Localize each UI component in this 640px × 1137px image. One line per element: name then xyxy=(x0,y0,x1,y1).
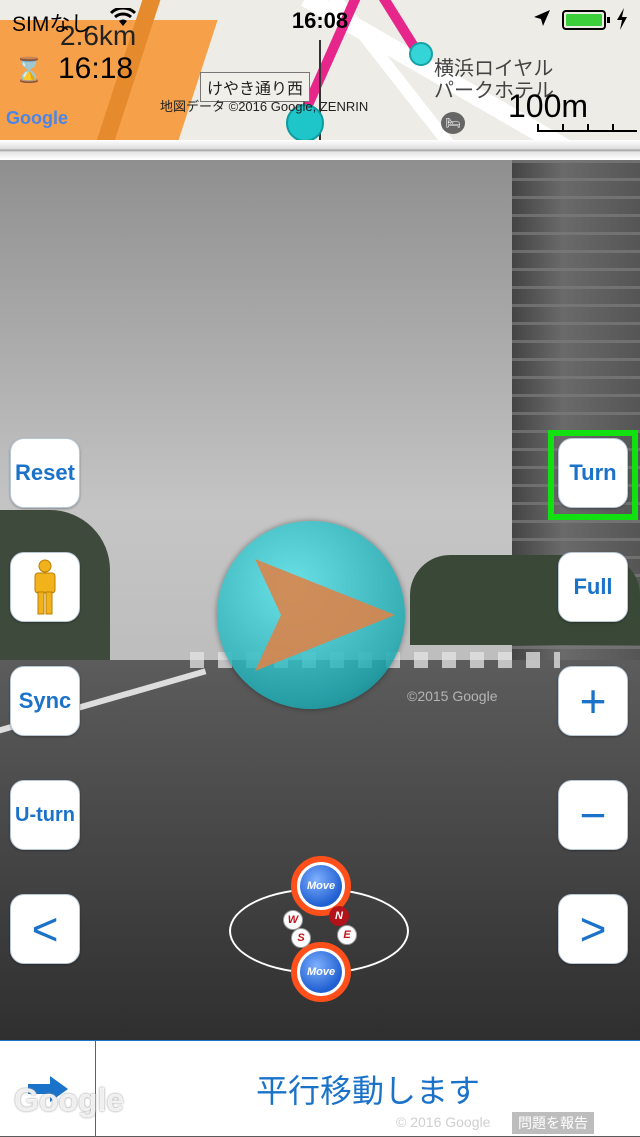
map-scale-tick xyxy=(612,124,614,132)
report-problem-link[interactable]: 問題を報告 xyxy=(512,1112,594,1134)
map-copyright: 地図データ ©2016 Google, ZENRIN xyxy=(160,99,369,114)
uturn-button[interactable]: U-turn xyxy=(10,780,80,850)
location-arrow-icon xyxy=(532,8,552,34)
map-scale-tick xyxy=(587,124,589,132)
street-view-copyright: © 2016 Google xyxy=(396,1114,491,1130)
pegman-icon xyxy=(34,559,56,615)
direction-orb[interactable] xyxy=(217,521,405,709)
street-view-watermark: ©2015 Google xyxy=(407,688,498,704)
map-divider-handle[interactable] xyxy=(0,140,640,160)
turn-button[interactable]: Turn xyxy=(558,438,628,508)
status-bar: SIMなし 16:08 xyxy=(0,0,640,40)
zoom-out-button[interactable]: − xyxy=(558,780,628,850)
map-scale-label: 100m xyxy=(508,88,589,124)
full-button[interactable]: Full xyxy=(558,552,628,622)
hourglass-icon: ⌛ xyxy=(14,57,44,84)
pegman-button[interactable] xyxy=(10,552,80,622)
previous-button[interactable]: < xyxy=(10,894,80,964)
map-scale-tick xyxy=(537,124,539,132)
move-backward-button[interactable]: Move xyxy=(291,942,351,1002)
google-logo: Google xyxy=(14,1082,125,1118)
next-button[interactable]: > xyxy=(558,894,628,964)
compass-south: S xyxy=(291,928,311,948)
charging-bolt-icon xyxy=(616,8,628,36)
compass-east: E xyxy=(337,925,357,945)
compass-west: W xyxy=(283,910,303,930)
direction-arrow-icon xyxy=(255,559,395,671)
arrival-time: 16:18 xyxy=(58,52,134,85)
compass-north: N xyxy=(329,906,349,926)
move-label: Move xyxy=(300,951,342,993)
google-logo: Google xyxy=(6,108,68,128)
reset-button[interactable]: Reset xyxy=(10,438,80,508)
battery-icon xyxy=(562,10,610,30)
zoom-in-button[interactable]: + xyxy=(558,666,628,736)
hotel-icon: 🛏 xyxy=(441,112,465,134)
poi-label-line1: 横浜ロイヤル xyxy=(434,58,554,80)
sync-button[interactable]: Sync xyxy=(10,666,80,736)
move-label: Move xyxy=(300,865,342,907)
route-waypoint-marker xyxy=(409,42,433,66)
map-scale-tick xyxy=(562,124,564,132)
